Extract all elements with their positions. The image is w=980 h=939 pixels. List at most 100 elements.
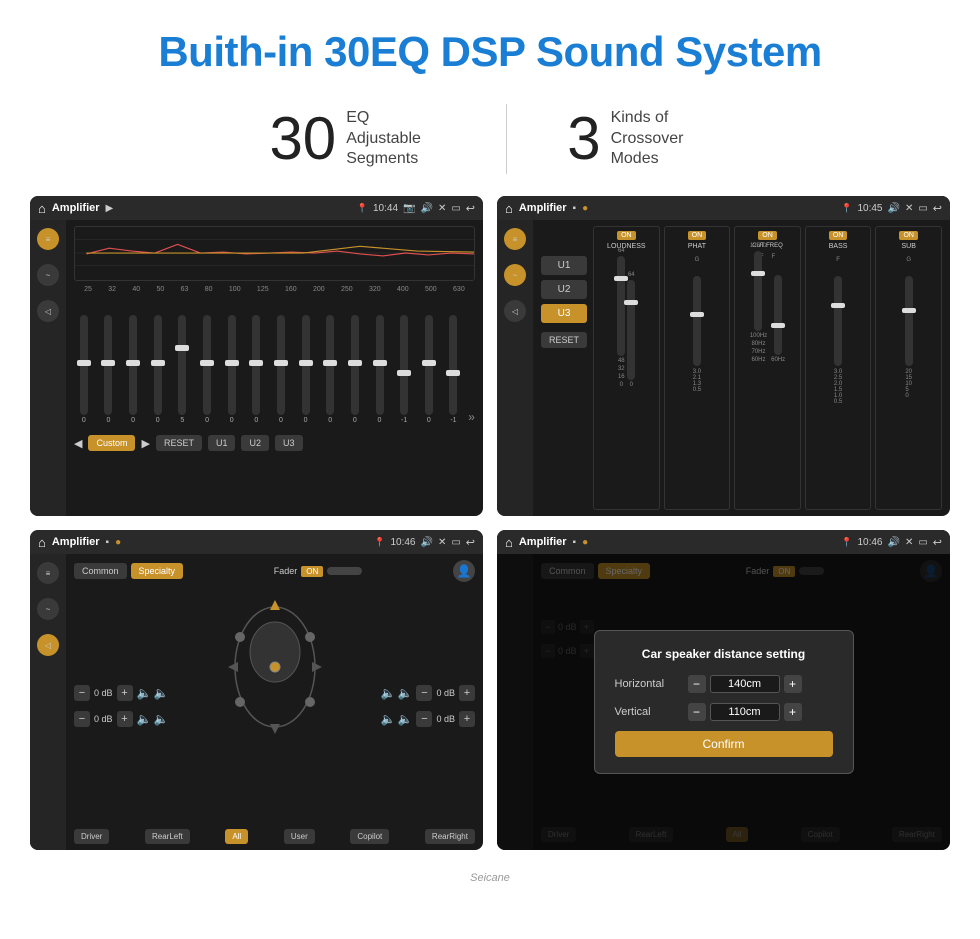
cx-home-icon[interactable]: ⌂: [505, 201, 513, 216]
eq-slider-11[interactable]: 0: [345, 315, 365, 424]
spk-vol-minus-2[interactable]: −: [74, 711, 90, 727]
spk-vol-icon[interactable]: 🔊: [420, 537, 432, 548]
spk-fader-on[interactable]: ON: [301, 566, 323, 577]
spk-vol-minus-4[interactable]: −: [416, 711, 432, 727]
eq-slider-3[interactable]: 0: [148, 315, 168, 424]
cx-time: 10:45: [857, 203, 882, 214]
spk-rearleft-btn[interactable]: RearLeft: [145, 829, 190, 844]
eq-next-icon[interactable]: ▶: [141, 437, 149, 450]
cx-presets-col: U1 U2 U3 RESET: [541, 226, 587, 348]
eq-slider-14[interactable]: 0: [419, 315, 439, 424]
eq-x-icon[interactable]: ✕: [438, 203, 446, 214]
cx-screen-icon[interactable]: ▭: [918, 203, 927, 214]
eq-slider-6[interactable]: 0: [222, 315, 242, 424]
eq-slider-13[interactable]: -1: [394, 315, 414, 424]
cx-reset-btn[interactable]: RESET: [541, 332, 587, 348]
dlg-horizontal-plus[interactable]: +: [784, 675, 802, 693]
spk-common-btn[interactable]: Common: [74, 563, 127, 579]
spk-sidebar-wave-icon[interactable]: ~: [37, 598, 59, 620]
eq-u3-btn[interactable]: U3: [275, 435, 303, 451]
eq-back-icon[interactable]: ↩: [466, 202, 475, 215]
cx-vol-icon[interactable]: 🔊: [887, 203, 899, 214]
spk-vol-minus-1[interactable]: −: [74, 685, 90, 701]
cx-bass: ON BASS F 3.02.52.01.51.00.5: [805, 226, 872, 510]
spk-home-icon[interactable]: ⌂: [38, 535, 46, 550]
eq-slider-8[interactable]: 0: [271, 315, 291, 424]
cx-loudness-on[interactable]: ON: [617, 231, 636, 240]
spk-fader-slider[interactable]: [327, 567, 362, 575]
eq-slider-9[interactable]: 0: [296, 315, 316, 424]
spk-vol-plus-2[interactable]: +: [117, 711, 133, 727]
cx-preset-u3[interactable]: U3: [541, 304, 587, 323]
spk-sidebar-vol-icon[interactable]: ◁: [37, 634, 59, 656]
crossover-screen: ⌂ Amplifier ▪ ● 📍 10:45 🔊 ✕ ▭ ↩ ≡ ~ ◁: [497, 196, 950, 516]
dlg-home-icon[interactable]: ⌂: [505, 535, 513, 550]
eq-u1-btn[interactable]: U1: [208, 435, 236, 451]
cx-x-icon[interactable]: ✕: [905, 203, 913, 214]
spk-sidebar-eq-icon[interactable]: ≡: [37, 562, 59, 584]
spk-vol-plus-3[interactable]: +: [459, 685, 475, 701]
spk-vol-val-1: 0 dB: [94, 688, 113, 698]
spk-back-icon[interactable]: ↩: [466, 536, 475, 549]
eq-app-title: Amplifier: [52, 202, 100, 214]
spk-vol-plus-4[interactable]: +: [459, 711, 475, 727]
eq-slider-5[interactable]: 0: [197, 315, 217, 424]
cx-bass-on[interactable]: ON: [829, 231, 848, 240]
cx-sidebar-eq-icon[interactable]: ≡: [504, 228, 526, 250]
eq-expand-icon[interactable]: »: [468, 410, 475, 424]
spk-all-btn[interactable]: All: [225, 829, 248, 844]
eq-vol-icon[interactable]: 🔊: [420, 203, 432, 214]
cx-cutfreq-on[interactable]: ON: [758, 231, 777, 240]
home-icon[interactable]: ⌂: [38, 201, 46, 216]
eq-u2-btn[interactable]: U2: [241, 435, 269, 451]
eq-slider-7[interactable]: 0: [246, 315, 266, 424]
eq-slider-12[interactable]: 0: [370, 315, 390, 424]
eq-slider-1[interactable]: 0: [99, 315, 119, 424]
eq-reset-btn[interactable]: RESET: [156, 435, 202, 451]
eq-play-icon[interactable]: ▶: [106, 203, 114, 214]
dlg-vertical-input: − 110cm +: [688, 703, 802, 721]
eq-slider-4[interactable]: 5: [173, 315, 193, 424]
spk-screen-icon[interactable]: ▭: [451, 537, 460, 548]
eq-prev-icon[interactable]: ◀: [74, 437, 82, 450]
dlg-back-icon[interactable]: ↩: [933, 536, 942, 549]
cx-preset-u2[interactable]: U2: [541, 280, 587, 299]
eq-slider-15[interactable]: -1: [444, 315, 464, 424]
cx-sub: ON SUB G 20151050: [875, 226, 942, 510]
spk-x-icon[interactable]: ✕: [438, 537, 446, 548]
spk-specialty-btn[interactable]: Specialty: [131, 563, 184, 579]
eq-sidebar-wave-icon[interactable]: ~: [37, 264, 59, 286]
dlg-x-icon[interactable]: ✕: [905, 537, 913, 548]
cx-preset-u1[interactable]: U1: [541, 256, 587, 275]
eq-preset-custom[interactable]: Custom: [88, 435, 135, 451]
cx-phat-on[interactable]: ON: [688, 231, 707, 240]
eq-slider-0[interactable]: 0: [74, 315, 94, 424]
eq-slider-2[interactable]: 0: [123, 315, 143, 424]
cx-doc-icon: ▪: [573, 203, 577, 214]
cx-back-icon[interactable]: ↩: [933, 202, 942, 215]
eq-slider-10[interactable]: 0: [320, 315, 340, 424]
cx-sub-sliders: [905, 266, 913, 366]
dlg-vertical-plus[interactable]: +: [784, 703, 802, 721]
spk-vol-plus-1[interactable]: +: [117, 685, 133, 701]
eq-sidebar-vol-icon[interactable]: ◁: [37, 300, 59, 322]
spk-driver-btn[interactable]: Driver: [74, 829, 109, 844]
spk-rearright-btn[interactable]: RearRight: [425, 829, 475, 844]
eq-status-bar-left: ⌂ Amplifier ▶: [38, 201, 113, 216]
dlg-screen-icon[interactable]: ▭: [918, 537, 927, 548]
spk-vol-minus-3[interactable]: −: [416, 685, 432, 701]
watermark: Seicane: [0, 872, 980, 884]
spk-copilot-btn[interactable]: Copilot: [350, 829, 389, 844]
spk-vol-val-2: 0 dB: [94, 714, 113, 724]
dlg-vertical-minus[interactable]: −: [688, 703, 706, 721]
cx-sidebar-wave-icon[interactable]: ~: [504, 264, 526, 286]
spk-person-icon[interactable]: 👤: [453, 560, 475, 582]
spk-user-btn[interactable]: User: [284, 829, 315, 844]
dlg-vol-icon[interactable]: 🔊: [887, 537, 899, 548]
eq-screen-icon[interactable]: ▭: [451, 203, 460, 214]
confirm-button[interactable]: Confirm: [615, 731, 833, 757]
cx-sub-on[interactable]: ON: [899, 231, 918, 240]
cx-sidebar-vol-icon[interactable]: ◁: [504, 300, 526, 322]
dlg-horizontal-minus[interactable]: −: [688, 675, 706, 693]
eq-sidebar-eq-icon[interactable]: ≡: [37, 228, 59, 250]
